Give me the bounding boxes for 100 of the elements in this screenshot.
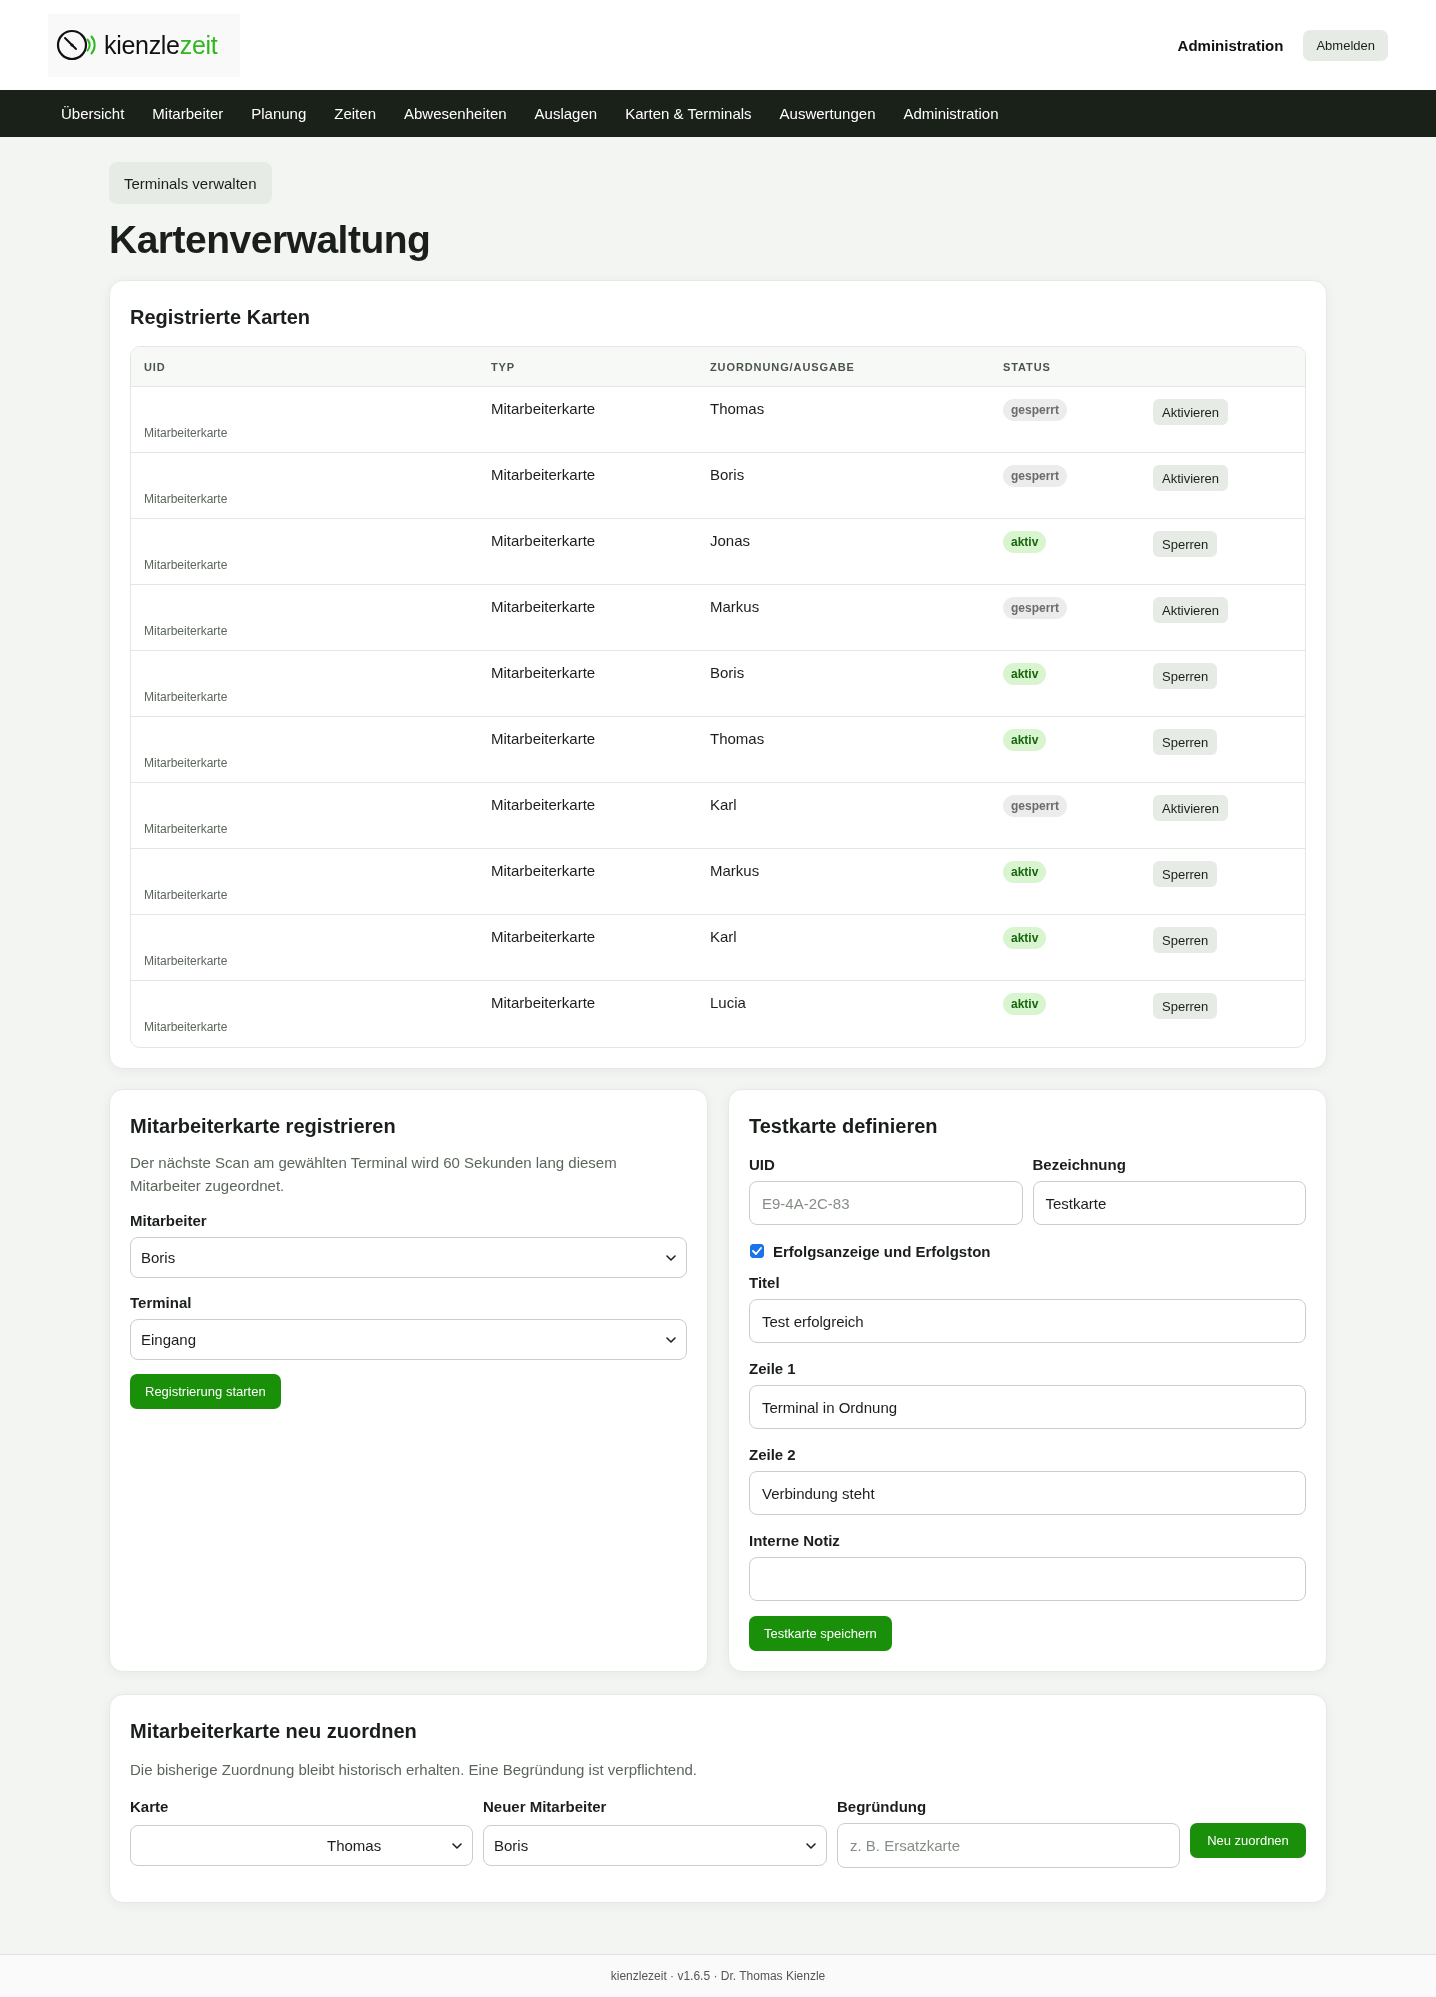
nav-link[interactable]: Übersicht bbox=[61, 105, 125, 122]
status-badge: gesperrt bbox=[1003, 399, 1068, 421]
row-action-button[interactable]: Aktivieren bbox=[1153, 597, 1229, 623]
card-kind-note: Mitarbeiterkarte bbox=[144, 755, 228, 771]
column-header: TYP bbox=[491, 360, 516, 373]
start-registration-button[interactable]: Registrierung starten bbox=[130, 1374, 281, 1409]
status-badge: aktiv bbox=[1003, 993, 1047, 1015]
admin-link[interactable]: Administration bbox=[1177, 36, 1284, 54]
table-cell: Thomas bbox=[710, 729, 765, 749]
status-badge: aktiv bbox=[1003, 663, 1047, 685]
table-cell: Mitarbeiterkarte bbox=[491, 399, 596, 419]
nav-link[interactable]: Auswertungen bbox=[779, 105, 876, 122]
row-action-button[interactable]: Sperren bbox=[1153, 531, 1218, 557]
card-kind-note: Mitarbeiterkarte bbox=[144, 953, 228, 969]
chevron-down-icon bbox=[806, 1842, 816, 1849]
status-badge: gesperrt bbox=[1003, 465, 1068, 487]
row-action-button[interactable]: Sperren bbox=[1153, 993, 1218, 1019]
status-badge: aktiv bbox=[1003, 861, 1047, 883]
input-field[interactable] bbox=[749, 1557, 1306, 1601]
status-badge: gesperrt bbox=[1003, 795, 1068, 817]
field-label: UID bbox=[749, 1155, 776, 1175]
input-field[interactable]: Verbindung steht bbox=[749, 1471, 1306, 1515]
row-action-button[interactable]: Aktivieren bbox=[1153, 465, 1229, 491]
chevron-down-icon bbox=[666, 1336, 676, 1343]
save-test-card-button[interactable]: Testkarte speichern bbox=[749, 1616, 892, 1651]
field-label: Begründung bbox=[837, 1797, 928, 1817]
table-cell: Boris bbox=[710, 465, 745, 485]
table-cell: Mitarbeiterkarte bbox=[491, 927, 596, 947]
field-label: Titel bbox=[749, 1273, 781, 1293]
field-label: Neuer Mitarbeiter bbox=[483, 1797, 608, 1817]
table-cell: Boris bbox=[710, 663, 745, 683]
select-field[interactable]: Boris bbox=[483, 1825, 827, 1866]
logout-button[interactable]: Abmelden bbox=[1303, 29, 1388, 61]
card-title: Mitarbeiterkarte neu zuordnen bbox=[130, 1719, 418, 1744]
row-action-button[interactable]: Aktivieren bbox=[1153, 795, 1229, 821]
footer-text: kienzlezeit · v1.6.5 · Dr. Thomas Kienzle bbox=[610, 1969, 826, 1983]
select-field[interactable]: Eingang bbox=[130, 1319, 687, 1360]
field-label: Terminal bbox=[130, 1293, 193, 1313]
table-cell: Lucia bbox=[710, 993, 746, 1013]
field-label: Bezeichnung bbox=[1032, 1155, 1127, 1175]
card-kind-note: Mitarbeiterkarte bbox=[144, 623, 228, 639]
input-field[interactable]: Testkarte bbox=[1032, 1181, 1306, 1225]
chevron-down-icon bbox=[452, 1842, 462, 1849]
table-cell: Mitarbeiterkarte bbox=[491, 861, 596, 881]
input-field[interactable]: Test erfolgreich bbox=[749, 1299, 1306, 1343]
status-badge: aktiv bbox=[1003, 531, 1047, 553]
reassign-button[interactable]: Neu zuordnen bbox=[1190, 1823, 1306, 1858]
nav-link[interactable]: Administration bbox=[903, 105, 999, 122]
card-kind-note: Mitarbeiterkarte bbox=[144, 557, 228, 573]
table-cell: Mitarbeiterkarte bbox=[491, 993, 596, 1013]
clock-logo-icon bbox=[56, 28, 96, 62]
logo[interactable]: kienzlezeit bbox=[48, 13, 240, 77]
column-header: ZUORDNUNG/AUSGABE bbox=[710, 360, 855, 373]
status-badge: aktiv bbox=[1003, 927, 1047, 949]
row-action-button[interactable]: Aktivieren bbox=[1153, 399, 1229, 425]
nav-link[interactable]: Auslagen bbox=[534, 105, 598, 122]
field-label: Interne Notiz bbox=[749, 1531, 841, 1551]
field-label: Zeile 2 bbox=[749, 1445, 797, 1465]
card-description: Der nächste Scan am gewählten Terminal wird 60 Sekunden lang diesem Mitarbeiter zugeordnet. bbox=[130, 1153, 618, 1196]
card-title: Registrierte Karten bbox=[130, 305, 312, 330]
table-cell: Jonas bbox=[710, 531, 751, 551]
status-badge: aktiv bbox=[1003, 729, 1047, 751]
table-cell: Markus bbox=[710, 861, 760, 881]
table-cell: Markus bbox=[710, 597, 760, 617]
table-cell: Karl bbox=[710, 795, 737, 815]
card-kind-note: Mitarbeiterkarte bbox=[144, 887, 228, 903]
chevron-down-icon bbox=[666, 1254, 676, 1261]
table-cell: Mitarbeiterkarte bbox=[491, 465, 596, 485]
card-description: Die bisherige Zuordnung bleibt historisch erhalten. Eine Begründung ist verpflichtend. bbox=[130, 1760, 698, 1780]
checkbox[interactable] bbox=[750, 1244, 764, 1258]
select-field[interactable]: Thomas bbox=[130, 1825, 473, 1866]
card-title: Mitarbeiterkarte registrieren bbox=[130, 1114, 397, 1139]
input-field[interactable]: Terminal in Ordnung bbox=[749, 1385, 1306, 1429]
page-title: Kartenverwaltung bbox=[109, 217, 432, 263]
nav-link[interactable]: Mitarbeiter bbox=[152, 105, 224, 122]
row-action-button[interactable]: Sperren bbox=[1153, 861, 1218, 887]
manage-terminals-button[interactable]: Terminals verwalten bbox=[109, 162, 272, 204]
table-cell: Karl bbox=[710, 927, 737, 947]
card-title: Testkarte definieren bbox=[749, 1114, 939, 1139]
row-action-button[interactable]: Sperren bbox=[1153, 729, 1218, 755]
table-cell: Thomas bbox=[710, 399, 765, 419]
card-kind-note: Mitarbeiterkarte bbox=[144, 821, 228, 837]
card-kind-note: Mitarbeiterkarte bbox=[144, 1019, 228, 1035]
row-action-button[interactable]: Sperren bbox=[1153, 927, 1218, 953]
select-field[interactable]: Boris bbox=[130, 1237, 687, 1278]
column-header: UID bbox=[144, 360, 166, 373]
card-kind-note: Mitarbeiterkarte bbox=[144, 689, 228, 705]
field-label: Karte bbox=[130, 1797, 170, 1817]
field-label: Zeile 1 bbox=[749, 1359, 797, 1379]
nav-link[interactable]: Abwesenheiten bbox=[404, 105, 507, 122]
nav-link[interactable]: Planung bbox=[251, 105, 307, 122]
column-header: STATUS bbox=[1003, 360, 1051, 373]
nav-link[interactable]: Karten & Terminals bbox=[625, 105, 752, 122]
status-badge: gesperrt bbox=[1003, 597, 1068, 619]
checkbox-label: Erfolgsanzeige und Erfolgston bbox=[773, 1242, 991, 1260]
row-action-button[interactable]: Sperren bbox=[1153, 663, 1218, 689]
nav-link[interactable]: Zeiten bbox=[334, 105, 376, 122]
table-cell: Mitarbeiterkarte bbox=[491, 663, 596, 683]
card-kind-note: Mitarbeiterkarte bbox=[144, 491, 228, 507]
field-label: Mitarbeiter bbox=[130, 1211, 208, 1231]
